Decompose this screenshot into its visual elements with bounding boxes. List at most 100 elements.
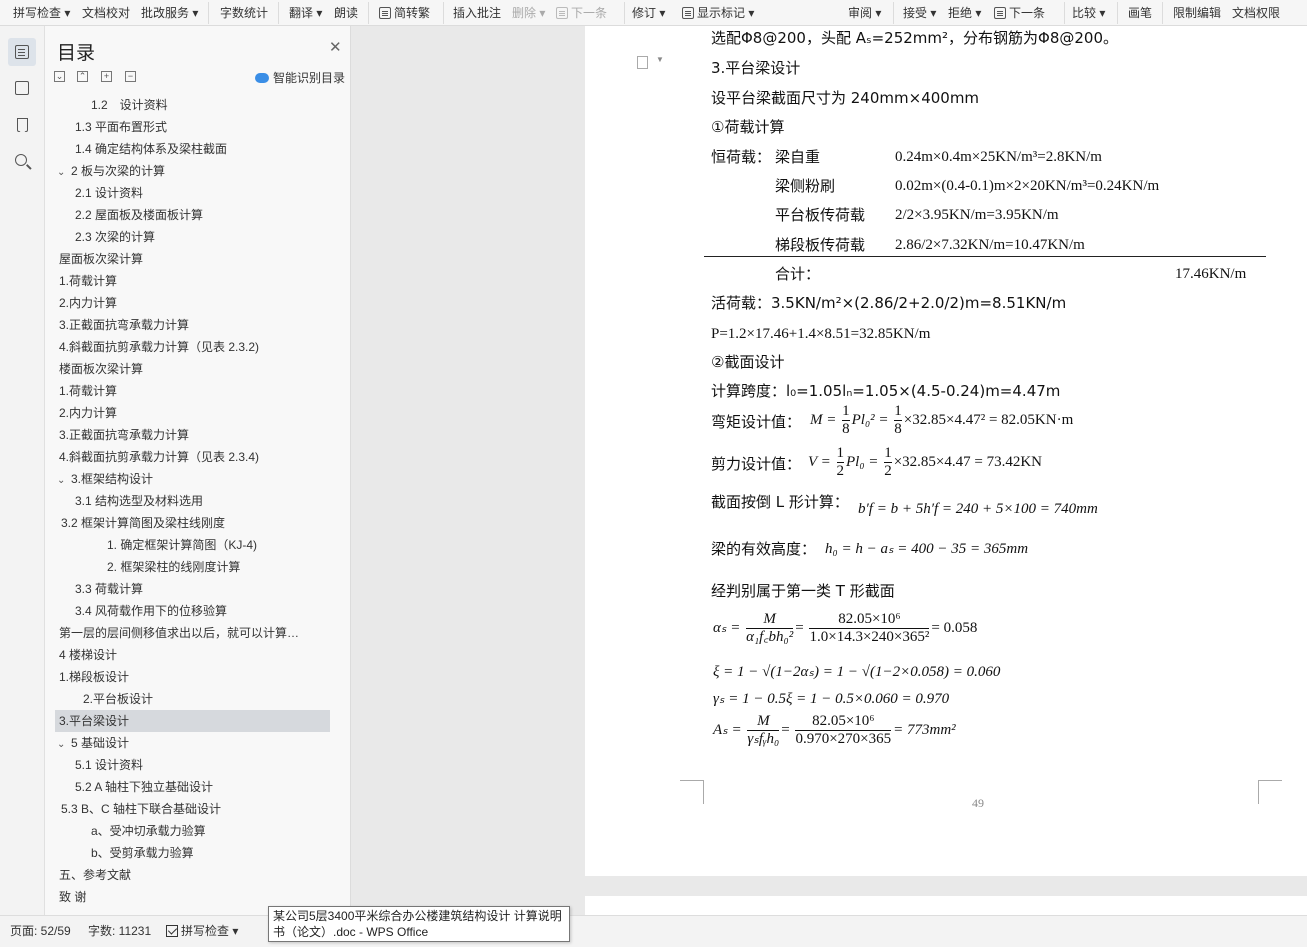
- toc-item[interactable]: 2.平台板设计: [55, 688, 330, 710]
- compare-button[interactable]: 比较 ▾: [1072, 4, 1105, 22]
- toc-item[interactable]: 2.内力计算: [55, 292, 330, 314]
- toc-item[interactable]: 1.梯段板设计: [55, 666, 330, 688]
- next-change-button[interactable]: 下一条: [994, 4, 1045, 22]
- simp-trad-button[interactable]: 简转繁: [379, 4, 430, 22]
- doc-permission-button[interactable]: 文档权限: [1232, 4, 1280, 22]
- toc-item[interactable]: 4 楼梯设计: [55, 644, 330, 666]
- formula-text: Pl₀ =: [846, 454, 879, 471]
- toc-item[interactable]: 3.正截面抗弯承载力计算: [55, 314, 330, 336]
- outline-panel-button[interactable]: [8, 74, 36, 102]
- add-heading-icon[interactable]: +: [101, 71, 112, 82]
- smart-toc-button[interactable]: 智能识别目录: [255, 69, 345, 86]
- read-aloud-button[interactable]: 朗读: [334, 4, 358, 22]
- toc-item[interactable]: 2.内力计算: [55, 402, 330, 424]
- toc-item[interactable]: ⌄ 3.框架结构设计: [55, 468, 330, 490]
- toc-item[interactable]: 5.2 A 轴柱下独立基础设计: [55, 776, 330, 798]
- simp-trad-label: 简转繁: [394, 6, 431, 20]
- toc-item-label: 3.平台梁设计: [59, 714, 130, 728]
- restrict-edit-button[interactable]: 限制编辑: [1173, 4, 1221, 22]
- toc-item[interactable]: 2.2 屋面板及楼面板计算: [55, 204, 330, 226]
- show-markup-label: 显示标记: [697, 6, 746, 20]
- fraction-denominator: 8: [842, 420, 850, 438]
- toc-item[interactable]: 2.1 设计资料: [55, 182, 330, 204]
- toc-item[interactable]: 4.斜截面抗剪承载力计算（见表 2.3.2): [55, 336, 330, 358]
- status-bar: 页面: 52/59 字数: 11231 拼写检查 ▾: [0, 915, 1307, 947]
- insert-comment-button[interactable]: 插入批注: [453, 4, 501, 22]
- toc-item[interactable]: 3.正截面抗弯承载力计算: [55, 424, 330, 446]
- bookmark-panel-button[interactable]: [8, 111, 36, 139]
- fraction-numerator: M: [763, 611, 776, 627]
- toc-item[interactable]: 五、参考文献: [55, 864, 330, 886]
- doc-h0-equation: h₀ = h − aₛ = 400 − 35 = 365mm: [825, 541, 1029, 557]
- toc-item[interactable]: 1.2 设计资料: [55, 94, 330, 116]
- toc-item[interactable]: b、受剪承载力验算: [55, 842, 330, 864]
- toc-item[interactable]: 1.3 平面布置形式: [55, 116, 330, 138]
- doc-h0-label: 梁的有效高度：: [711, 540, 817, 558]
- toc-item[interactable]: 屋面板次梁计算: [55, 248, 330, 270]
- search-panel-button[interactable]: [8, 147, 36, 175]
- toc-item[interactable]: ⌄ 2 板与次梁的计算: [55, 160, 330, 182]
- review-menu-button[interactable]: 审阅 ▾: [848, 4, 881, 22]
- batch-service-button[interactable]: 批改服务 ▾: [141, 4, 198, 22]
- toolbar-divider: [1117, 2, 1118, 24]
- spellcheck-button[interactable]: 拼写检查 ▾: [13, 4, 70, 22]
- reject-button[interactable]: 拒绝 ▾: [948, 4, 981, 22]
- toc-item-label: 五、参考文献: [59, 868, 132, 882]
- toc-item[interactable]: 1.荷载计算: [55, 380, 330, 402]
- toc-item[interactable]: 3.4 风荷载作用下的位移验算: [55, 600, 330, 622]
- toc-item[interactable]: 1. 确定框架计算简图（KJ-4): [55, 534, 330, 556]
- show-markup-button[interactable]: 显示标记 ▾: [682, 4, 754, 22]
- toc-item-label: 3.1 结构选型及材料选用: [75, 494, 204, 508]
- fraction-denominator: 2: [884, 462, 892, 480]
- accept-button[interactable]: 接受 ▾: [903, 4, 936, 22]
- toc-item[interactable]: 4.斜截面抗剪承载力计算（见表 2.3.4): [55, 446, 330, 468]
- toc-item[interactable]: 1.荷载计算: [55, 270, 330, 292]
- toc-item[interactable]: 3.1 结构选型及材料选用: [55, 490, 330, 512]
- translate-button[interactable]: 翻译 ▾: [289, 4, 322, 22]
- toc-item[interactable]: ⌄5.3 B、C 轴柱下联合基础设计: [55, 798, 330, 820]
- page-icon[interactable]: [637, 56, 648, 69]
- toc-item-label: 2.内力计算: [59, 296, 118, 310]
- track-changes-button[interactable]: 修订 ▾: [632, 4, 665, 22]
- toc-item[interactable]: 5.1 设计资料: [55, 754, 330, 776]
- toc-item[interactable]: 致 谢: [55, 886, 330, 908]
- toc-item[interactable]: 第一层的层间侧移值求出以后，就可以计算…: [55, 622, 330, 644]
- toc-item[interactable]: 2. 框架梁柱的线刚度计算: [55, 556, 330, 578]
- chevron-down-icon[interactable]: ▼: [656, 55, 664, 64]
- next-comment-button[interactable]: 下一条: [556, 4, 607, 22]
- delete-comment-button[interactable]: 删除 ▾: [512, 4, 545, 22]
- chevron-down-icon[interactable]: ⌄: [57, 734, 71, 754]
- toc-item[interactable]: 楼面板次梁计算: [55, 358, 330, 380]
- chevron-down-icon: ▾: [656, 6, 666, 20]
- fraction: Mγₛfᵧh₀: [747, 713, 780, 749]
- pen-button[interactable]: 画笔: [1128, 4, 1152, 22]
- toc-item-label: 楼面板次梁计算: [59, 362, 144, 376]
- doc-heading-load: ①荷载计算: [711, 118, 785, 136]
- toolbar-divider: [278, 2, 279, 24]
- wordcount-button[interactable]: 字数统计: [220, 4, 268, 22]
- word-count[interactable]: 字数: 11231: [88, 922, 151, 939]
- expand-up-icon[interactable]: ⌃: [77, 71, 88, 82]
- toc-item-label: 5.3 B、C 轴柱下联合基础设计: [61, 802, 222, 816]
- toc-item[interactable]: 3.3 荷载计算: [55, 578, 330, 600]
- proofread-button[interactable]: 文档校对: [82, 4, 130, 22]
- close-icon[interactable]: ✕: [329, 40, 342, 56]
- remove-heading-icon[interactable]: −: [125, 71, 136, 82]
- toc-item[interactable]: 1.4 确定结构体系及梁柱截面: [55, 138, 330, 160]
- toc-item[interactable]: a、受冲切承载力验算: [55, 820, 330, 842]
- chevron-down-icon[interactable]: ⌄: [57, 470, 71, 490]
- toc-panel-button[interactable]: [8, 38, 36, 66]
- toc-item[interactable]: ⌄ 5 基础设计: [55, 732, 330, 754]
- chevron-down-icon[interactable]: ⌄: [57, 162, 71, 182]
- page-indicator[interactable]: 页面: 52/59: [10, 922, 71, 939]
- toolbar-divider: [368, 2, 369, 24]
- accept-label: 接受: [903, 6, 928, 20]
- toc-item-label: 1.2 设计资料: [91, 98, 168, 112]
- spellcheck-status[interactable]: 拼写检查 ▾: [166, 922, 238, 939]
- toc-item[interactable]: 3.平台梁设计: [55, 710, 330, 732]
- collapse-all-icon[interactable]: ⌄: [54, 71, 65, 82]
- reject-label: 拒绝: [948, 6, 973, 20]
- toc-item[interactable]: ⌄3.2 框架计算简图及梁柱线刚度: [55, 512, 330, 534]
- toc-item[interactable]: 2.3 次梁的计算: [55, 226, 330, 248]
- fraction-numerator: 1: [842, 403, 850, 419]
